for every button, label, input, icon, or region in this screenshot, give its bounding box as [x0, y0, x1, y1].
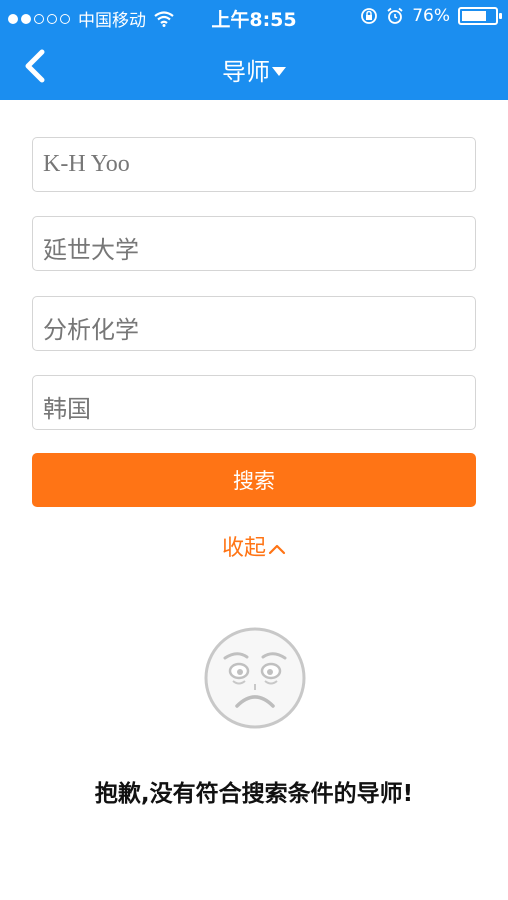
- search-button[interactable]: 搜索: [32, 453, 476, 507]
- status-bar: 中国移动 上午8:55 76%: [0, 0, 508, 34]
- country-input[interactable]: 韩国: [32, 375, 476, 430]
- chevron-up-icon: [268, 544, 286, 555]
- research-field-input[interactable]: 分析化学: [32, 296, 476, 351]
- university-value: 延世大学: [43, 236, 139, 264]
- nav-bar: 导师: [0, 34, 508, 100]
- search-button-label: 搜索: [233, 469, 275, 493]
- country-value: 韩国: [43, 395, 91, 423]
- sad-face-icon: [204, 627, 306, 729]
- empty-result-message: 抱歉,没有符合搜索条件的导师!: [94, 781, 414, 807]
- page-title: 导师: [222, 58, 270, 86]
- caret-down-icon: [272, 66, 286, 76]
- header: 中国移动 上午8:55 76% 导师: [0, 0, 508, 100]
- collapse-toggle[interactable]: 收起: [0, 530, 508, 562]
- battery-percent: 76%: [412, 6, 450, 26]
- university-input[interactable]: 延世大学: [32, 216, 476, 271]
- research-field-value: 分析化学: [43, 316, 139, 344]
- rotation-lock-icon: [361, 8, 378, 24]
- title-dropdown[interactable]: 导师: [0, 52, 508, 87]
- battery-icon: [458, 7, 502, 25]
- tutor-name-input[interactable]: K-H Yoo: [32, 137, 476, 192]
- tutor-name-value: K-H Yoo: [43, 151, 130, 177]
- alarm-icon: [387, 7, 403, 24]
- collapse-label: 收起: [221, 536, 266, 561]
